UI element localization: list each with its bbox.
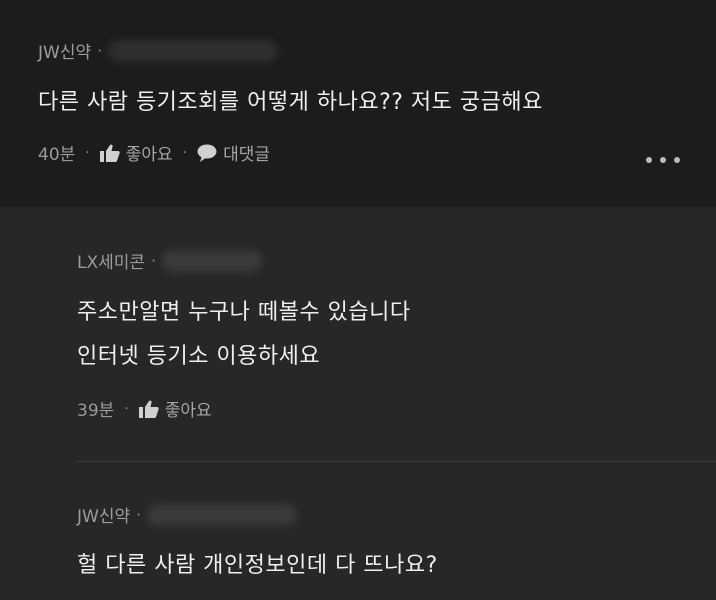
separator-dot: · [136, 505, 142, 524]
thumbs-up-icon [99, 144, 120, 162]
reply-author-row: LX세미콘 · [77, 248, 263, 273]
reply-divider [76, 461, 716, 462]
reply-time: 39분 [77, 401, 115, 421]
speech-bubble-icon [197, 144, 217, 162]
reply-author[interactable]: JW신약 [77, 502, 130, 527]
like-label: 좋아요 [125, 145, 173, 165]
redacted-info [162, 249, 263, 272]
reply-text-line: 헐 다른 사람 개인정보인데 다 뜨나요? [77, 553, 438, 578]
comment-text: 다른 사람 등기조회를 어떻게 하나요?? 저도 궁금해요 [38, 90, 543, 115]
reply-text-line: 인터넷 등기소 이용하세요 [77, 344, 321, 369]
separator-dot: · [182, 144, 188, 161]
redacted-info [147, 503, 298, 526]
thumbs-up-icon [138, 400, 159, 418]
comment-meta-row: 40분 · 좋아요 · 대댓글 [38, 140, 270, 165]
comment-author-row: JW신약 · [38, 38, 279, 63]
separator-dot: · [124, 400, 129, 417]
separator-dot: · [85, 144, 90, 161]
reply-text-line: 주소만알면 누구나 떼볼수 있습니다 [77, 300, 411, 325]
more-dots-icon [674, 157, 680, 163]
comment-author[interactable]: JW신약 [38, 38, 91, 63]
reply-label: 대댓글 [223, 145, 271, 165]
separator-dot: · [151, 251, 157, 270]
reply-meta-row: 39분 · 좋아요 [77, 396, 212, 421]
more-options-button[interactable] [646, 150, 680, 170]
reply-button[interactable]: 대댓글 [197, 140, 270, 165]
more-dots-icon [660, 157, 666, 163]
comment-time: 40분 [38, 145, 76, 165]
like-button[interactable]: 좋아요 [138, 396, 212, 421]
more-dots-icon [646, 157, 652, 163]
reply-author-row: JW신약 · [77, 502, 298, 527]
comment-card: JW신약 · 다른 사람 등기조회를 어떻게 하나요?? 저도 궁금해요 40분… [0, 0, 716, 207]
reply-author[interactable]: LX세미콘 [77, 248, 145, 273]
like-button[interactable]: 좋아요 [99, 140, 173, 165]
like-label: 좋아요 [164, 401, 212, 421]
redacted-info [108, 39, 279, 62]
separator-dot: · [97, 41, 103, 60]
